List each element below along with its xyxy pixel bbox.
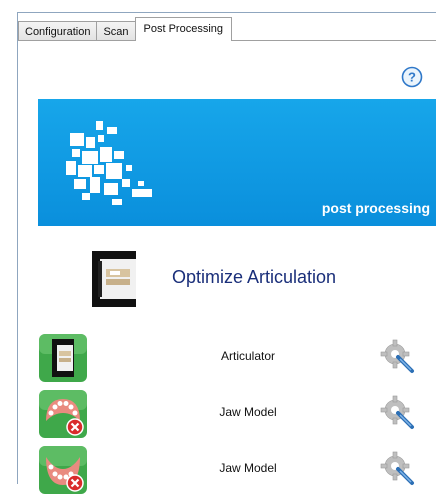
list-item-articulator[interactable]: Articulator — [38, 333, 436, 383]
optimize-articulation-button[interactable]: Optimize Articulation — [90, 249, 390, 309]
tab-scan[interactable]: Scan — [96, 21, 136, 41]
list-item-jaw-model-lower[interactable]: Jaw Model — [38, 445, 436, 495]
tab-content: ? post processing Optimize Articulation … — [18, 40, 436, 494]
tab-post-processing[interactable]: Post Processing — [134, 17, 232, 41]
upper-jaw-icon — [39, 390, 87, 438]
gear-wrench-icon[interactable] — [378, 393, 418, 433]
list-item-jaw-model-upper[interactable]: Jaw Model — [38, 389, 436, 439]
articulation-icon — [92, 251, 136, 307]
tab-bar: Configuration Scan Post Processing — [18, 13, 232, 41]
banner-title: post processing — [321, 200, 430, 216]
lower-jaw-icon — [39, 446, 87, 494]
post-processing-banner: post processing — [38, 99, 436, 226]
articulator-icon — [39, 334, 87, 382]
gear-wrench-icon[interactable] — [378, 449, 418, 489]
post-processing-panel: Configuration Scan Post Processing ? pos… — [17, 12, 436, 494]
articulator-label: Articulator — [220, 349, 276, 363]
pixel-scatter-graphic — [66, 121, 152, 205]
tab-configuration[interactable]: Configuration — [18, 21, 98, 41]
jaw-model-label: Jaw Model — [219, 461, 277, 475]
svg-text:?: ? — [408, 70, 416, 85]
optimize-articulation-label: Optimize Articulation — [172, 267, 337, 287]
jaw-model-label: Jaw Model — [219, 405, 277, 419]
gear-wrench-icon[interactable] — [378, 337, 418, 377]
help-icon[interactable]: ? — [401, 66, 423, 88]
